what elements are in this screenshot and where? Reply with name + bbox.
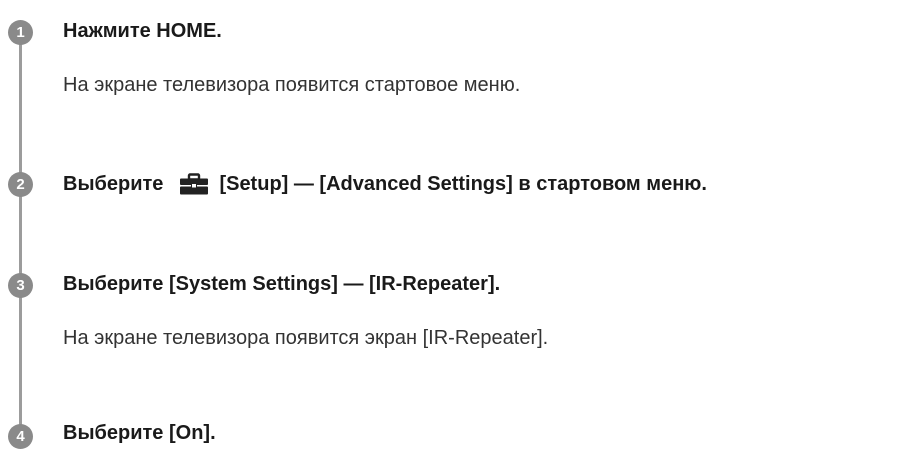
step-2-title-prefix: Выберите xyxy=(63,172,164,195)
step-3-title: Выберите [System Settings] — [IR-Repeate… xyxy=(63,273,501,295)
step-number-4: 4 xyxy=(8,424,33,449)
step-number-1: 1 xyxy=(8,20,33,45)
step-number-3: 3 xyxy=(8,273,33,298)
step-number-2: 2 xyxy=(8,172,33,197)
step-2-title: Выберите [Setup] — [Advanced Settings] в… xyxy=(63,171,707,196)
step-1-title: Нажмите HOME. xyxy=(63,20,222,42)
step-3-description: На экране телевизора появится экран [IR-… xyxy=(63,327,549,349)
step-timeline xyxy=(19,36,22,432)
step-4-title: Выберите [On]. xyxy=(63,422,216,444)
step-1-description: На экране телевизора появится стартовое … xyxy=(63,74,521,96)
step-2-title-suffix: [Setup] — [Advanced Settings] в стартово… xyxy=(219,172,707,195)
toolbox-icon xyxy=(179,173,209,195)
